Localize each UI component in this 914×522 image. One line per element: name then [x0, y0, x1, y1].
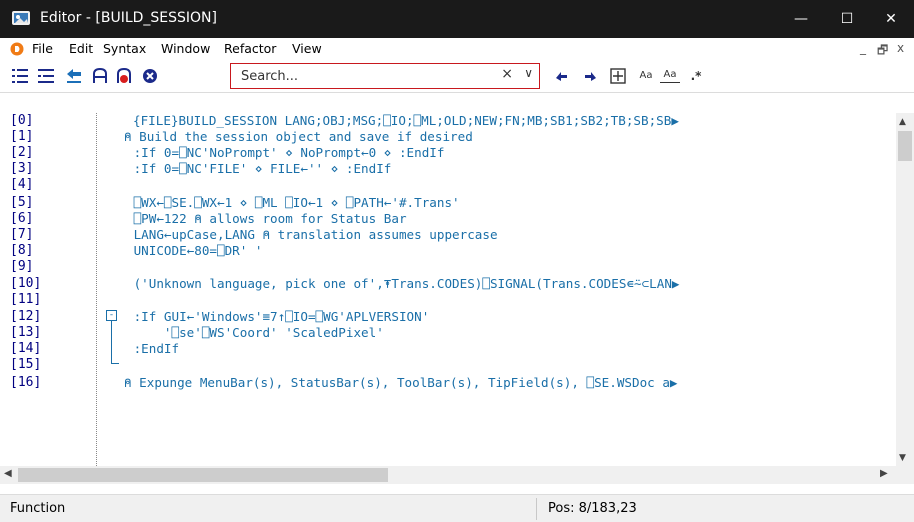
vertical-scrollbar[interactable]: ▲ ▼ [896, 113, 914, 466]
line-number: [2] [10, 145, 34, 160]
code-line[interactable]: UNICODE←80=⎕DR' ' [126, 243, 263, 258]
scroll-left-icon[interactable]: ◀ [4, 468, 12, 479]
toolbar: × ∨ Aa Aa .* [0, 60, 914, 93]
search-input[interactable] [239, 66, 483, 86]
scrollbar-corner [896, 466, 914, 484]
clear-search-icon[interactable]: × [501, 66, 513, 82]
line-number: [15] [10, 357, 42, 372]
expand-icon[interactable] [608, 66, 628, 86]
regex-icon[interactable]: .* [686, 66, 706, 86]
back-arrow-icon[interactable] [64, 66, 84, 86]
code-editor[interactable]: [0] [1] [2] [3] [4] [5] [6] [7] [8] [9] … [0, 113, 896, 466]
close-button[interactable]: ✕ [868, 0, 914, 38]
menu-refactor[interactable]: Refactor [224, 41, 276, 56]
next-match-icon[interactable] [580, 66, 600, 86]
code-line[interactable]: ⎕WX←⎕SE.⎕WX←1 ⋄ ⎕ML ⎕IO←1 ⋄ ⎕PATH←'#.Tra… [126, 195, 460, 210]
menu-bar: File Edit Syntax Window Refactor View _ … [0, 38, 914, 60]
line-number: [14] [10, 341, 42, 356]
gutter-separator [96, 113, 97, 466]
editor-window: Editor - [BUILD_SESSION] — ☐ ✕ File Edit… [0, 0, 914, 522]
fold-range-end [111, 363, 119, 364]
line-number: [16] [10, 375, 42, 390]
horizontal-scroll-thumb[interactable] [18, 468, 388, 482]
line-number: [0] [10, 113, 34, 128]
line-number: [4] [10, 177, 34, 192]
line-number: [11] [10, 292, 42, 307]
menu-syntax[interactable]: Syntax [103, 41, 146, 56]
line-number: [1] [10, 129, 34, 144]
list-icon[interactable] [36, 66, 56, 86]
scroll-down-icon[interactable]: ▼ [899, 453, 906, 463]
search-dropdown-icon[interactable]: ∨ [524, 66, 533, 80]
line-number: [6] [10, 211, 34, 226]
code-line[interactable]: '⎕se'⎕WS'Coord' 'ScaledPixel' [126, 325, 384, 340]
menu-window[interactable]: Window [161, 41, 210, 56]
line-number-gutter: [0] [1] [2] [3] [4] [5] [6] [7] [8] [9] … [0, 113, 70, 466]
status-mode: Function [10, 501, 66, 516]
title-bar[interactable]: Editor - [BUILD_SESSION] — ☐ ✕ [0, 0, 914, 38]
bookmark-icon[interactable] [90, 66, 110, 86]
fold-range-line [111, 321, 112, 363]
vertical-scroll-thumb[interactable] [898, 131, 912, 161]
status-bar: Function Pos: 8/183,23 [0, 494, 914, 522]
app-icon [12, 11, 30, 25]
maximize-button[interactable]: ☐ [824, 0, 870, 38]
match-case-icon[interactable]: Aa [636, 66, 656, 86]
code-line[interactable]: :If 0=⎕NC'NoPrompt' ⋄ NoPrompt←0 ⋄ :EndI… [126, 145, 445, 160]
code-line[interactable]: ('Unknown language, pick one of',⍕Trans.… [126, 276, 680, 291]
code-line[interactable]: ⎕PW←122 ⍝ allows room for Status Bar [126, 211, 407, 226]
search-box[interactable]: × ∨ [230, 63, 540, 89]
menu-view[interactable]: View [292, 41, 322, 56]
scroll-right-icon[interactable]: ▶ [880, 468, 888, 479]
line-number: [8] [10, 243, 34, 258]
mdi-close-button[interactable]: x [897, 41, 904, 55]
mdi-restore-button[interactable]: 🗗 [877, 41, 888, 62]
prev-match-icon[interactable] [552, 66, 572, 86]
line-number: [7] [10, 227, 34, 242]
code-line[interactable]: ⍝ Expunge MenuBar(s), StatusBar(s), Tool… [124, 375, 678, 390]
line-number: [5] [10, 195, 34, 210]
line-number: [13] [10, 325, 42, 340]
window-title: Editor - [BUILD_SESSION] [40, 10, 217, 26]
mdi-minimize-button[interactable]: _ [860, 41, 866, 55]
minimize-button[interactable]: — [778, 0, 824, 38]
bookmark-red-icon[interactable] [114, 66, 134, 86]
dyalog-logo-icon [10, 42, 24, 56]
line-number: [10] [10, 276, 42, 291]
menu-file[interactable]: File [32, 41, 53, 56]
menu-edit[interactable]: Edit [69, 41, 93, 56]
code-line[interactable]: :If GUI←'Windows'≡7↑⎕IO=⎕WG'APLVERSION' [126, 309, 430, 324]
outline-icon[interactable] [10, 66, 30, 86]
code-line[interactable]: LANG←upCase,LANG ⍝ translation assumes u… [126, 227, 498, 242]
line-number: [3] [10, 161, 34, 176]
line-number: [12] [10, 309, 42, 324]
code-line[interactable]: :If 0=⎕NC'FILE' ⋄ FILE←'' ⋄ :EndIf [126, 161, 392, 176]
code-line[interactable]: ⍝ Build the session object and save if d… [124, 129, 473, 144]
status-separator [536, 498, 537, 520]
whole-word-icon[interactable]: Aa [660, 66, 680, 83]
line-number: [9] [10, 259, 34, 274]
stop-icon[interactable] [140, 66, 160, 86]
code-line[interactable]: :EndIf [126, 341, 180, 356]
status-position: Pos: 8/183,23 [548, 501, 637, 516]
code-line[interactable]: {FILE}BUILD_SESSION LANG;OBJ;MSG;⎕IO;⎕ML… [133, 113, 679, 128]
scroll-up-icon[interactable]: ▲ [899, 117, 906, 127]
fold-toggle-icon[interactable]: - [106, 310, 117, 321]
horizontal-scrollbar[interactable]: ◀ ▶ [0, 466, 896, 484]
